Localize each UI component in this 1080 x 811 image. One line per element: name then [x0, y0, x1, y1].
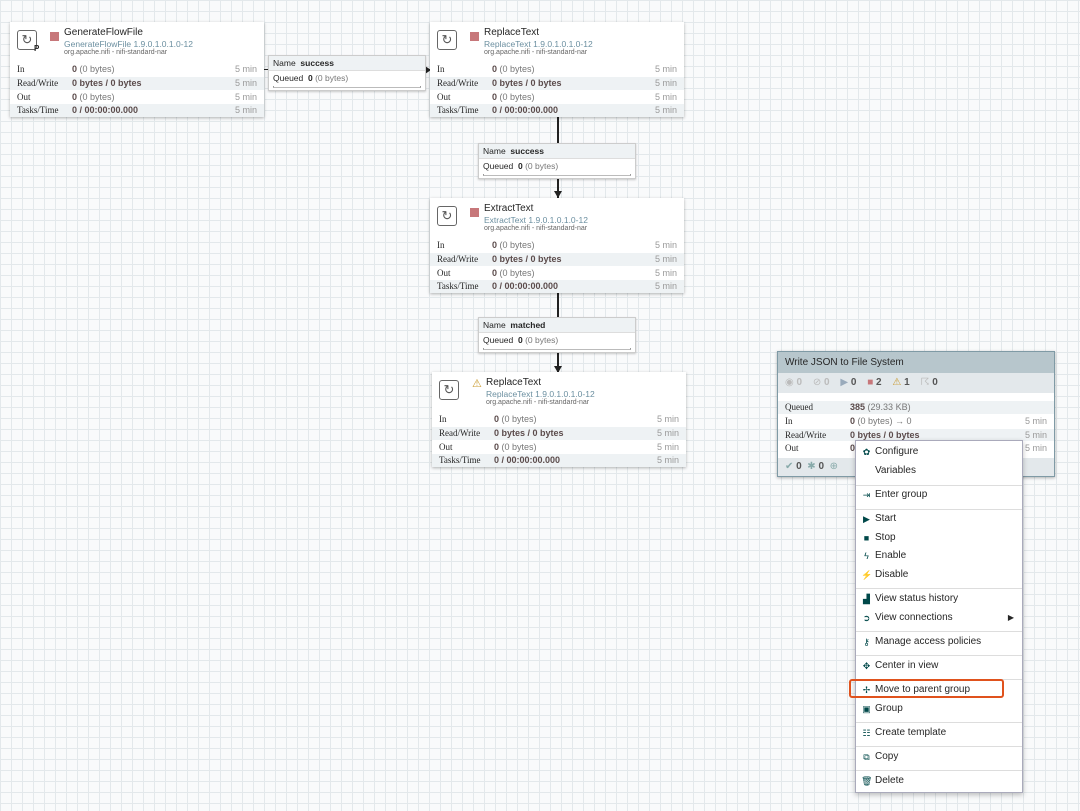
stat-row: Out 0 (0 bytes) 5 min — [430, 265, 684, 280]
in-label: In — [785, 415, 793, 426]
processor-bundle: org.apache.nifi - nifi-standard-nar — [484, 225, 588, 232]
enter-icon: ⇥ — [862, 490, 871, 500]
menu-item-start[interactable]: ▶ Start — [856, 510, 1022, 528]
stat-row: Out 0 (0 bytes) 5 min — [430, 89, 684, 104]
transmitting-icon: ◉ 0 — [785, 377, 803, 388]
processor-type: ExtractText 1.9.0.1.0.1.0-12 — [484, 215, 588, 225]
gear-icon: ✿ — [862, 447, 871, 457]
context-menu: ✿ Configure Variables ⇥ Enter group ▶ Start ■ St… — [855, 440, 1023, 793]
rw-label: Read/Write — [785, 429, 827, 440]
copy-icon: ⧉ — [863, 752, 870, 762]
queue-bar — [483, 348, 631, 350]
menu-item-stop[interactable]: ■ Stop — [856, 529, 1022, 547]
queued-label: Queued — [785, 402, 813, 412]
not-transmitting-icon: ⊘ 0 — [812, 377, 830, 388]
process-group-stats: ◉ 0 ⊘ 0 ▶ 0 ■ 2 ⚠ 1 ☈ 0 — [778, 373, 1054, 393]
processor-replacetext[interactable]: ↻ ⚠ ReplaceText ReplaceText 1.9.0.1.0.1.0… — [432, 372, 686, 468]
stopped-icon: ■ 2 — [867, 377, 882, 388]
processor-extracttext[interactable]: ↻ ExtractText ExtractText 1.9.0.1.0.1.0-… — [430, 198, 684, 294]
menu-item-disable[interactable]: ⚡ Disable — [856, 566, 1022, 584]
processor-bundle: org.apache.nifi - nifi-standard-nar — [64, 49, 168, 56]
stopped-icon — [470, 32, 479, 41]
stopped-icon — [470, 208, 479, 217]
stop-icon: ■ — [863, 533, 870, 543]
menu-item-center-in-view[interactable]: ✥ Center in view — [856, 657, 1022, 675]
process-group-title: Write JSON to File System — [778, 352, 1054, 373]
bolt-icon: ϟ — [864, 551, 869, 561]
highlight-box — [849, 679, 1004, 698]
connection-label[interactable]: Name success Queued 0 (0 bytes) — [478, 143, 636, 179]
menu-divider — [856, 722, 1022, 723]
menu-item-group[interactable]: ▣ Group — [856, 700, 1022, 718]
stat-row: Tasks/Time 0 / 00:00:00.000 5 min — [432, 453, 686, 468]
disable-icon: ⚡ — [861, 570, 873, 580]
processor-bundle: org.apache.nifi - nifi-standard-nar — [484, 49, 588, 56]
stat-row: Tasks/Time 0 / 00:00:00.000 5 min — [430, 279, 684, 294]
stat-row: Read/Write 0 bytes / 0 bytes 5 min — [10, 75, 264, 90]
primary-node-badge: P — [34, 44, 40, 53]
chevron-right-icon: ▶ — [1007, 613, 1014, 622]
stat-row: Tasks/Time 0 / 00:00:00.000 5 min — [430, 103, 684, 118]
processor-name: ReplaceText — [484, 27, 540, 38]
menu-item-view-status-history[interactable]: ▟ View status history — [856, 590, 1022, 608]
menu-item-copy[interactable]: ⧉ Copy — [856, 748, 1022, 766]
queue-bar — [273, 86, 421, 88]
stat-row: Tasks/Time 0 / 00:00:00.000 5 min — [10, 103, 264, 118]
menu-divider — [856, 631, 1022, 632]
processor-name: GenerateFlowFile — [64, 27, 143, 38]
processor-icon: ↻ — [437, 206, 457, 226]
stat-row: Out 0 (0 bytes) 5 min — [432, 439, 686, 454]
stat-row: In 0 (0 bytes) 5 min — [430, 62, 684, 76]
queue-bar — [483, 174, 631, 176]
stat-row: Read/Write 0 bytes / 0 bytes 5 min — [430, 251, 684, 266]
chart-icon: ▟ — [863, 594, 870, 604]
out-label: Out — [785, 443, 799, 454]
menu-item-configure[interactable]: ✿ Configure — [856, 443, 1022, 461]
arrow-head — [554, 191, 562, 198]
disabled-icon: ☈ 0 — [920, 377, 938, 388]
connection-label[interactable]: Name matched Queued 0 (0 bytes) — [478, 317, 636, 353]
stat-row: In 0 (0 bytes) 5 min — [432, 412, 686, 426]
processor-name: ExtractText — [484, 203, 534, 214]
stopped-icon — [50, 32, 59, 41]
stat-row: In 0 (0 bytes) 5 min — [430, 238, 684, 252]
running-icon: ▶ 0 — [840, 377, 857, 388]
stat-row: In 0 (0 bytes) 5 min — [10, 62, 264, 76]
menu-item-enter-group[interactable]: ⇥ Enter group — [856, 486, 1022, 504]
menu-item-delete[interactable]: 🗑 Delete — [856, 772, 1022, 790]
menu-item-create-template[interactable]: ☷ Create template — [856, 724, 1022, 742]
menu-divider — [856, 509, 1022, 510]
processor-name: ReplaceText — [486, 377, 542, 388]
stat-row: Read/Write 0 bytes / 0 bytes 5 min — [430, 75, 684, 90]
processor-generateflowfile[interactable]: ↻ P GenerateFlowFile GenerateFlowFile 1.9… — [10, 22, 264, 118]
menu-divider — [856, 746, 1022, 747]
template-icon: ☷ — [862, 728, 871, 738]
play-icon: ▶ — [863, 514, 870, 524]
processor-bundle: org.apache.nifi - nifi-standard-nar — [486, 399, 590, 406]
stat-row: Read/Write 0 bytes / 0 bytes 5 min — [432, 425, 686, 440]
processor-type: ReplaceText 1.9.0.1.0.1.0-12 — [484, 39, 593, 49]
processor-replacetext[interactable]: ↻ ReplaceText ReplaceText 1.9.0.1.0.1.0-… — [430, 22, 684, 118]
processor-type: GenerateFlowFile 1.9.0.1.0.1.0-12 — [64, 39, 193, 49]
trash-icon: 🗑 — [861, 776, 873, 786]
menu-item-variables[interactable]: Variables — [856, 462, 1022, 480]
menu-divider — [856, 485, 1022, 486]
connection-label[interactable]: Name success Queued 0 (0 bytes) — [268, 55, 426, 91]
menu-divider — [856, 655, 1022, 656]
key-icon: ⚷ — [863, 637, 870, 647]
crosshair-icon: ✥ — [862, 661, 871, 671]
processor-type: ReplaceText 1.9.0.1.0.1.0-12 — [486, 389, 595, 399]
menu-item-manage-access-policies[interactable]: ⚷ Manage access policies — [856, 633, 1022, 651]
menu-item-enable[interactable]: ϟ Enable — [856, 547, 1022, 565]
menu-divider — [856, 588, 1022, 589]
stat-row: Out 0 (0 bytes) 5 min — [10, 89, 264, 104]
connections-icon: ➲ — [862, 613, 871, 623]
menu-divider — [856, 770, 1022, 771]
warning-icon: ⚠ — [472, 378, 482, 390]
menu-item-view-connections[interactable]: ➲ View connections ▶ — [856, 609, 1022, 627]
group-icon: ▣ — [862, 704, 871, 714]
processor-icon: ↻ — [439, 380, 459, 400]
processor-icon: ↻ — [437, 30, 457, 50]
warning-icon: ⚠ 1 — [892, 377, 910, 388]
